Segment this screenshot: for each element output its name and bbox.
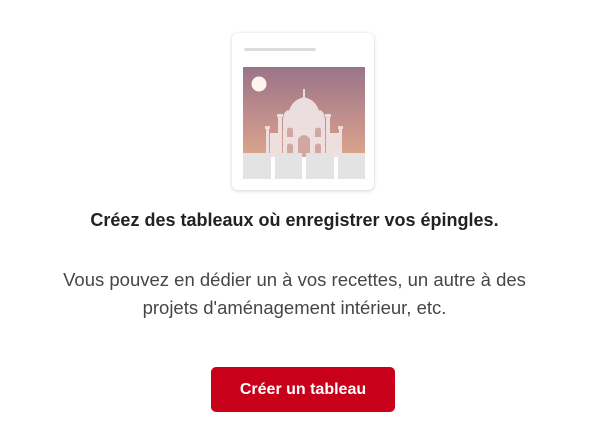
thumbnail-placeholder [274, 153, 302, 179]
empty-state-description: Vous pouvez en dédier un à vos recettes,… [63, 269, 526, 318]
thumbnail-placeholder [243, 153, 271, 179]
card-title-placeholder [244, 48, 316, 51]
empty-state-title: Créez des tableaux où enregistrer vos ép… [90, 210, 499, 230]
thumbnail-placeholder [306, 153, 334, 179]
thumbnail-row [243, 153, 365, 179]
create-board-button[interactable]: Créer un tableau [211, 367, 395, 412]
thumbnail-placeholder [337, 153, 365, 179]
taj-mahal-icon [243, 67, 365, 157]
create-board-empty-state: Créez des tableaux où enregistrer vos ép… [0, 0, 589, 424]
board-preview-card [232, 33, 374, 190]
